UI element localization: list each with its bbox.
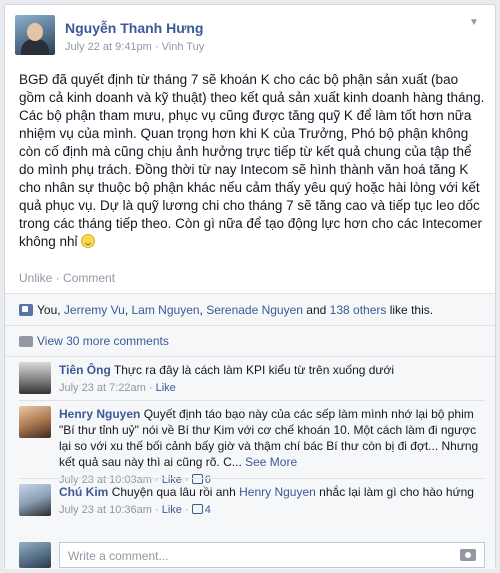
divider [19,400,485,401]
post-header: Nguyễn Thanh Hưng July 22 at 9:41pm · Vi… [15,15,485,59]
divider [19,478,485,479]
thumbs-up-icon [19,304,33,316]
comment-date[interactable]: July 23 at 10:36am [59,504,152,516]
thumbs-up-icon [191,504,203,514]
camera-icon[interactable] [460,549,476,561]
post-meta: July 22 at 9:41pm · Vinh Tuy [65,41,204,53]
unlike-button[interactable]: Unlike [19,271,52,285]
comment-text-after: nhắc lại làm gì cho hào hứng [315,485,474,499]
liker-name[interactable]: Serenade Nguyen [206,303,303,317]
comment-like-button[interactable]: Like [162,504,182,516]
author-name[interactable]: Nguyễn Thanh Hưng [65,20,203,36]
comment-text: Thực ra đây là cách làm KPI kiểu từ trên… [113,363,394,377]
comment-meta: July 23 at 7:22am · Like [59,382,176,394]
post-text-content: BGĐ đã quyết định từ tháng 7 sẽ khoán K … [19,72,485,249]
comments-area: You, Jerremy Vu, Lam Nguyen, Serenade Ng… [5,293,495,569]
thumbs-up-icon [191,474,203,484]
meta-separator: · [151,41,162,53]
likes-summary: You, Jerremy Vu, Lam Nguyen, Serenade Ng… [19,303,433,317]
likes-you: You [37,303,58,317]
author-avatar[interactable] [15,15,55,55]
likes-comma: , [57,303,64,317]
commenter-avatar[interactable] [19,484,51,516]
chevron-down-icon[interactable]: ▼ [467,17,481,31]
likes-suffix: like this. [386,303,434,317]
likes-comma: , [124,303,132,317]
liker-name[interactable]: Lam Nguyen [132,303,200,317]
current-user-avatar [19,542,51,568]
commenter-name[interactable]: Chú Kim [59,485,108,499]
comment-date[interactable]: July 23 at 7:22am [59,382,146,394]
comment-item: Tiên Ông Thực ra đây là cách làm KPI kiể… [19,362,485,396]
view-more-comments[interactable]: View 30 more comments [19,334,169,348]
liker-name[interactable]: Jerremy Vu [64,303,125,317]
post-actions: Unlike · Comment [19,271,115,285]
commenter-name[interactable]: Tiên Ông [59,363,111,377]
actions-separator: · [52,271,64,285]
write-comment-row: Write a comment... [19,542,485,568]
comment-bubble-icon [19,336,33,347]
smile-emoticon-icon [81,234,96,248]
post-date[interactable]: July 22 at 9:41pm [65,41,152,53]
comment-meta: July 23 at 10:36am · Like · 4 [59,504,211,516]
comment-body: Chú Kim Chuyện qua lâu rồi anh Henry Ngu… [59,484,479,518]
comment-item: Chú Kim Chuyện qua lâu rồi anh Henry Ngu… [19,484,485,534]
divider [5,356,495,357]
commenter-name[interactable]: Henry Nguyen [59,407,140,421]
post-location[interactable]: Vinh Tuy [162,41,205,53]
divider [5,325,495,326]
comment-text-before: Chuyện qua lâu rồi anh [111,485,240,499]
comment-body: Henry Nguyen Quyết định táo bạo này của … [59,406,479,488]
comment-like-count[interactable]: 4 [191,504,211,516]
tagged-user-link[interactable]: Henry Nguyen [239,485,316,499]
post-text: BGĐ đã quyết định từ tháng 7 sẽ khoán K … [19,71,485,251]
commenter-avatar[interactable] [19,362,51,394]
comment-button[interactable]: Comment [63,271,115,285]
comment-item: Henry Nguyen Quyết định táo bạo này của … [19,406,485,486]
comment-body: Tiên Ông Thực ra đây là cách làm KPI kiể… [59,362,479,396]
commenter-avatar[interactable] [19,406,51,438]
see-more-link[interactable]: See More [245,455,297,469]
comment-input[interactable]: Write a comment... [59,542,485,568]
likes-and: and [302,303,330,317]
comment-input-placeholder: Write a comment... [68,549,169,563]
likes-others-link[interactable]: 138 others [330,303,387,317]
like-count-value: 4 [204,504,211,516]
view-more-label[interactable]: View 30 more comments [37,334,169,348]
post-card: Nguyễn Thanh Hưng July 22 at 9:41pm · Vi… [4,4,496,569]
comment-like-button[interactable]: Like [156,382,176,394]
